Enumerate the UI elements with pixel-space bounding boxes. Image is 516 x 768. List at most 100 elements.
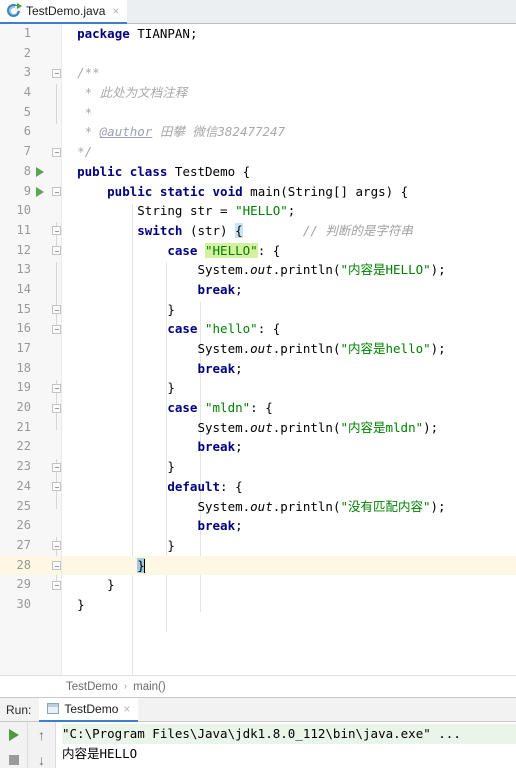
line-number: 2: [23, 45, 31, 60]
javadoc-author-tag: @author: [99, 124, 153, 140]
gutter-line: 13: [0, 260, 61, 280]
run-toolbar-nav: ↑ ↓: [28, 722, 56, 768]
keyword-break: break: [197, 281, 236, 297]
rerun-icon[interactable]: [8, 729, 19, 741]
text-caret: [143, 558, 145, 573]
fold-marker[interactable]: [52, 383, 61, 393]
fold-marker[interactable]: [52, 541, 61, 551]
code-line: case "hello": {: [62, 319, 516, 339]
editor-tab-testdemo[interactable]: TestDemo.java ×: [0, 0, 128, 24]
keyword-case: case: [167, 321, 198, 337]
gutter-line: 11: [0, 221, 61, 241]
fold-marker[interactable]: [52, 187, 61, 196]
gutter-line: 25: [0, 497, 61, 517]
code-text: .println(: [272, 498, 341, 514]
line-number: 7: [23, 144, 31, 159]
gutter-line: 23: [0, 457, 61, 477]
gutter-line: 2: [0, 44, 61, 64]
fold-marker[interactable]: [52, 246, 61, 256]
code-line: * @author 田攀 微信382477247: [62, 122, 516, 142]
code-text: System.: [197, 341, 251, 356]
line-number: 19: [16, 380, 31, 395]
code-text: ;: [287, 203, 296, 219]
code-line: case "mldn": {: [62, 398, 516, 418]
closing-brace: }: [167, 301, 175, 317]
string-literal: "内容是mldn": [340, 419, 424, 435]
run-tab-testdemo[interactable]: TestDemo ×: [39, 697, 139, 722]
run-window-label: Run:: [6, 702, 32, 717]
console-output-line: 内容是HELLO: [62, 746, 138, 761]
code-text: );: [423, 419, 439, 435]
editor-gutter[interactable]: 1 2 3 4 5 6 7 8 9 10 11 12 13 14 15 16 1…: [0, 24, 62, 675]
javadoc-close: */: [77, 144, 93, 160]
breadcrumb-item-method[interactable]: main(): [133, 681, 166, 693]
javadoc-text: * 此处为文档注释: [84, 85, 188, 101]
code-line: }: [62, 595, 516, 615]
run-console-body: ↑ ↓ "C:\Program Files\Java\jdk1.8.0_112\…: [0, 722, 516, 768]
editor-tab-bar: TestDemo.java ×: [0, 0, 516, 24]
code-line: */: [62, 142, 516, 162]
code-line: }: [62, 300, 516, 320]
run-gutter-icon[interactable]: [36, 166, 44, 177]
gutter-line: 16: [0, 319, 61, 339]
keyword-static: static: [159, 183, 205, 199]
gutter-line-current: 28: [0, 555, 61, 576]
keyword-switch: switch: [137, 222, 183, 238]
up-arrow-icon[interactable]: ↑: [38, 727, 45, 743]
string-literal: "HELLO": [235, 203, 288, 219]
gutter-line: 4: [0, 83, 61, 103]
run-tool-window: Run: TestDemo × ↑ ↓ "C:\Program Files\Ja…: [0, 697, 516, 768]
console-output[interactable]: "C:\Program Files\Java\jdk1.8.0_112\bin\…: [56, 722, 516, 768]
fold-marker[interactable]: [52, 482, 61, 492]
java-class-icon: [7, 3, 22, 18]
code-line: System.out.println("内容是HELLO");: [62, 260, 516, 280]
fold-marker[interactable]: [52, 462, 61, 472]
down-arrow-icon[interactable]: ↓: [38, 752, 45, 768]
keyword-case: case: [167, 400, 198, 416]
console-icon: [47, 703, 60, 714]
code-text: .println(: [272, 419, 341, 435]
code-editor[interactable]: 1 2 3 4 5 6 7 8 9 10 11 12 13 14 15 16 1…: [0, 24, 516, 675]
gutter-line: 17: [0, 339, 61, 359]
line-number: 17: [16, 341, 31, 355]
javadoc-text: *: [84, 104, 93, 120]
code-text: );: [430, 498, 446, 514]
fold-marker[interactable]: [52, 305, 61, 315]
line-number: 1: [23, 26, 31, 40]
close-icon[interactable]: ×: [123, 702, 130, 716]
closing-brace: }: [167, 459, 175, 475]
line-number: 21: [16, 419, 31, 434]
run-gutter-icon[interactable]: [36, 186, 44, 197]
code-line: break;: [62, 437, 516, 457]
javadoc-author-value: 田攀 微信382477247: [152, 124, 286, 140]
field-out: out: [250, 419, 273, 435]
code-text: System.: [197, 262, 251, 278]
fold-marker[interactable]: [52, 580, 61, 590]
keyword-default: default: [167, 478, 221, 494]
close-icon[interactable]: ×: [112, 5, 119, 17]
code-line: break;: [62, 516, 516, 536]
fold-marker[interactable]: [52, 226, 61, 236]
code-line: System.out.println("没有匹配内容");: [62, 497, 516, 517]
fold-marker[interactable]: [52, 68, 61, 78]
fold-marker[interactable]: [52, 561, 61, 571]
line-number: 26: [16, 518, 31, 533]
code-line: public class TestDemo {: [62, 162, 516, 182]
breadcrumb-item-class[interactable]: TestDemo: [66, 681, 118, 693]
code-text: );: [430, 262, 446, 278]
stop-icon[interactable]: [8, 755, 19, 765]
matched-brace: {: [235, 222, 243, 238]
gutter-line: 9: [0, 182, 61, 202]
class-name-text: TestDemo {: [167, 163, 251, 179]
keyword-public: public: [77, 163, 123, 179]
fold-marker[interactable]: [52, 324, 61, 334]
code-text-area[interactable]: package TIANPAN; /** * 此处为文档注释 * * @auth…: [62, 24, 516, 675]
type-string: String: [137, 203, 183, 219]
chevron-right-icon: ›: [123, 681, 128, 692]
line-number: 10: [16, 203, 31, 218]
gutter-line: 7: [0, 142, 61, 162]
gutter-line: 26: [0, 516, 61, 536]
gutter-line: 8: [0, 162, 61, 182]
fold-marker[interactable]: [52, 403, 61, 413]
fold-marker[interactable]: [52, 147, 61, 157]
